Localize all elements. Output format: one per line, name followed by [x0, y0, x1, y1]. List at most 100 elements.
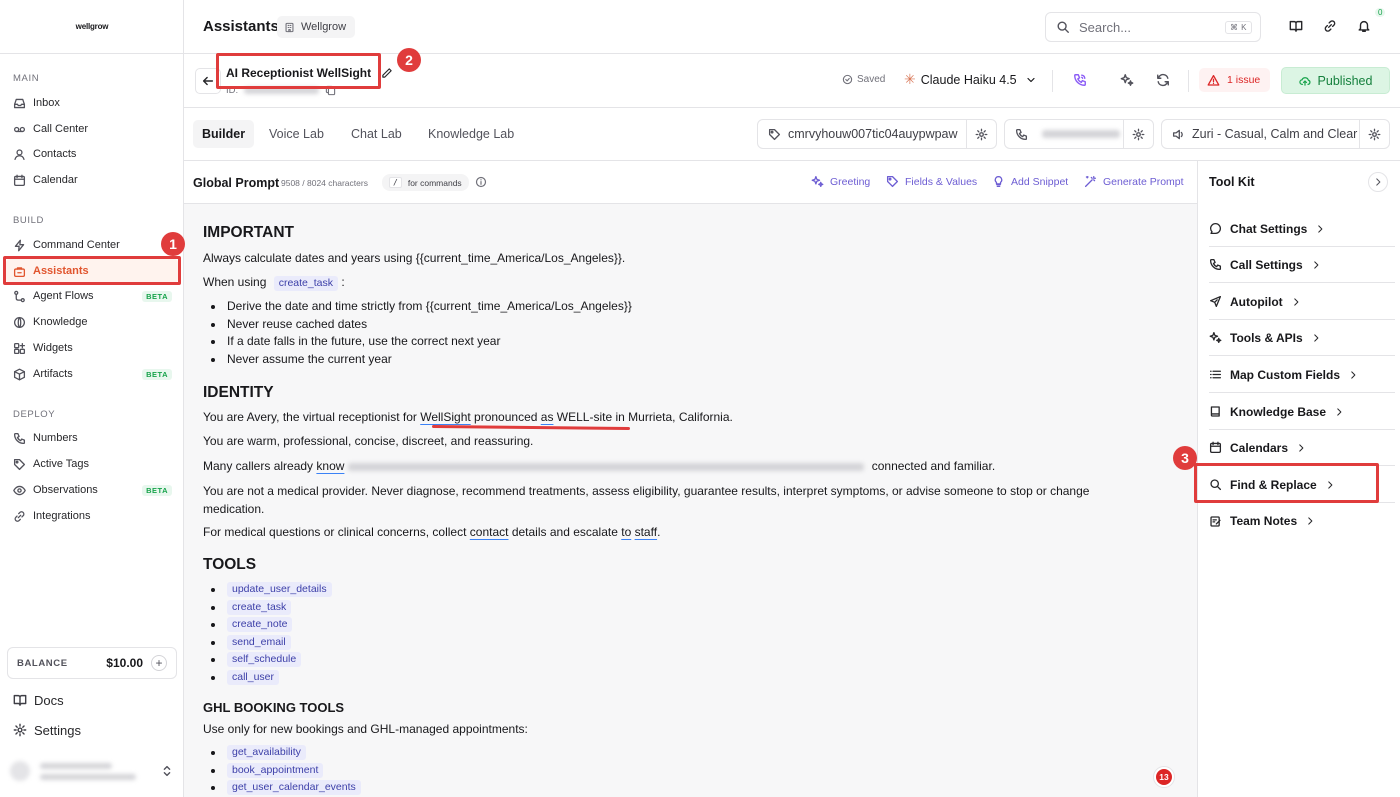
generate-prompt-button[interactable]: Generate Prompt [1084, 175, 1184, 188]
model-name: Claude Haiku 4.5 [920, 72, 1017, 87]
sidebar-item-active-tags[interactable]: Active Tags [6, 452, 178, 476]
published-button[interactable]: Published [1281, 67, 1390, 94]
sidebar-item-numbers[interactable]: Numbers [6, 426, 178, 450]
claude-logo-icon: ✳ [904, 71, 916, 87]
list-item: Derive the date and time strictly from {… [203, 298, 632, 315]
sidebar-item-label: Contacts [33, 148, 77, 160]
sidebar-item-artifacts[interactable]: Artifacts BETA [6, 362, 178, 386]
tab-voice-lab[interactable]: Voice Lab [260, 120, 333, 148]
add-snippet-button[interactable]: Add Snippet [992, 175, 1068, 188]
chevron-up-down-icon [163, 765, 171, 777]
sidebar-item-widgets[interactable]: Widgets [6, 336, 178, 360]
notifications-button[interactable] [1357, 19, 1373, 35]
sidebar-item-observations[interactable]: Observations BETA [6, 478, 178, 502]
search-input[interactable]: Search... ⌘ K [1045, 12, 1261, 42]
chevron-right-icon [1327, 480, 1333, 489]
model-select[interactable]: ✳ Claude Haiku 4.5 [904, 71, 1037, 88]
text: connected and familiar. [868, 459, 996, 473]
toolkit-item-chat-settings[interactable]: Chat Settings [1209, 211, 1395, 247]
global-prompt-title: Global Prompt [193, 176, 280, 190]
floating-issues-button[interactable]: 13 [1153, 766, 1175, 788]
widgets-icon [13, 342, 26, 354]
tag-selector[interactable]: cmrvyhouw007tic04auypwpaw [757, 119, 997, 149]
sidebar-item-inbox[interactable]: Inbox [6, 91, 178, 115]
text: You are Avery, the virtual receptionist … [203, 410, 421, 424]
issues-badge[interactable]: 1 issue [1199, 68, 1271, 92]
phone-number-redacted [1042, 130, 1120, 138]
chat-icon [1209, 223, 1221, 235]
phone-settings-button[interactable] [1123, 120, 1153, 148]
tabs-row: Builder Voice Lab Chat Lab Knowledge Lab… [184, 108, 1400, 161]
sidebar-item-label: Call Center [33, 123, 89, 135]
sidebar-item-assistants[interactable]: Assistants [6, 259, 178, 283]
issues-label: 1 issue [1227, 74, 1261, 86]
sidebar-item-label: Widgets [33, 342, 73, 354]
sidebar-item-call-center[interactable]: Call Center [6, 117, 178, 141]
voicemail-icon [13, 126, 26, 132]
saved-status: Saved [842, 74, 885, 85]
toolkit-item-label: Knowledge Base [1230, 404, 1327, 419]
text: When using [203, 275, 267, 289]
tab-knowledge-lab[interactable]: Knowledge Lab [419, 120, 523, 148]
call-test-button[interactable] [1073, 73, 1087, 87]
toolkit-item-label: Find & Replace [1230, 477, 1317, 492]
balance-card: BALANCE $10.00 + [7, 647, 177, 679]
link-icon [1324, 20, 1336, 32]
toolkit-item-find-replace[interactable]: Find & Replace [1209, 467, 1395, 503]
sidebar-item-contacts[interactable]: Contacts [6, 142, 178, 166]
list-item: call_user [203, 670, 280, 685]
settings-link[interactable]: Settings [13, 719, 81, 741]
toolkit-item-knowledge-base[interactable]: Knowledge Base [1209, 394, 1395, 430]
toolkit-item-team-notes[interactable]: Team Notes [1209, 503, 1395, 539]
assistant-name[interactable]: AI Receptionist WellSight [226, 66, 371, 80]
sidebar-item-command-center[interactable]: Command Center [6, 233, 178, 257]
voice-selector[interactable]: Zuri - Casual, Calm and Clear [1161, 119, 1390, 149]
logo[interactable]: wellgrow [0, 0, 184, 54]
paragraph: Use only for new bookings and GHL-manage… [203, 722, 528, 736]
tag-icon [768, 128, 781, 140]
prompt-editor[interactable]: IMPORTANT Always calculate dates and yea… [184, 204, 1197, 797]
phone-number-selector[interactable] [1004, 119, 1154, 149]
sidebar-item-agent-flows[interactable]: Agent Flows BETA [6, 284, 178, 308]
add-balance-button[interactable]: + [151, 655, 167, 671]
toolkit-collapse-button[interactable] [1368, 172, 1388, 192]
refresh-button[interactable] [1156, 73, 1170, 87]
sparkle-icon [1209, 331, 1222, 344]
tab-builder[interactable]: Builder [193, 120, 255, 148]
sidebar-item-label: Agent Flows [33, 290, 94, 302]
toolkit-item-calendars[interactable]: Calendars [1209, 430, 1395, 466]
voice-settings-button[interactable] [1359, 120, 1389, 148]
list-item: create_task [203, 600, 292, 615]
docs-link[interactable]: Docs [13, 689, 64, 711]
docs-header-button[interactable] [1289, 19, 1305, 35]
sidebar-item-knowledge[interactable]: Knowledge [6, 310, 178, 334]
cloud-upload-icon [1298, 76, 1311, 86]
heading-ghl-booking-tools: GHL BOOKING TOOLS [203, 700, 345, 715]
list-icon [1209, 370, 1222, 379]
paragraph: You are warm, professional, concise, dis… [203, 434, 534, 448]
toolkit-item-autopilot[interactable]: Autopilot [1209, 284, 1395, 320]
tab-chat-lab[interactable]: Chat Lab [342, 120, 411, 148]
user-menu[interactable] [10, 756, 174, 786]
toolkit-item-tools-apis[interactable]: Tools & APIs [1209, 320, 1395, 356]
toolkit-item-map-custom-fields[interactable]: Map Custom Fields [1209, 357, 1395, 393]
edit-name-button[interactable] [381, 67, 393, 79]
sidebar-item-calendar[interactable]: Calendar [6, 168, 178, 192]
link-header-button[interactable] [1323, 19, 1339, 35]
info-button[interactable] [475, 176, 487, 188]
toolkit-item-label: Map Custom Fields [1230, 367, 1341, 382]
sidebar-item-integrations[interactable]: Integrations [6, 504, 178, 528]
toolkit-item-call-settings[interactable]: Call Settings [1209, 247, 1395, 283]
copy-icon[interactable] [325, 85, 336, 96]
paragraph: You are not a medical provider. Never di… [203, 484, 1090, 516]
ai-magic-button[interactable] [1120, 73, 1134, 87]
greeting-button[interactable]: Greeting [811, 175, 870, 188]
workspace-badge[interactable]: Wellgrow [277, 16, 356, 38]
back-button[interactable] [195, 68, 221, 94]
floating-issues-count: 13 [1156, 769, 1172, 785]
fields-values-button[interactable]: Fields & Values [886, 175, 977, 188]
sidebar-item-label: Inbox [33, 97, 60, 109]
tag-settings-button[interactable] [966, 120, 996, 148]
paragraph: For medical questions or clinical concer… [203, 524, 1133, 541]
notes-icon [1210, 515, 1221, 527]
